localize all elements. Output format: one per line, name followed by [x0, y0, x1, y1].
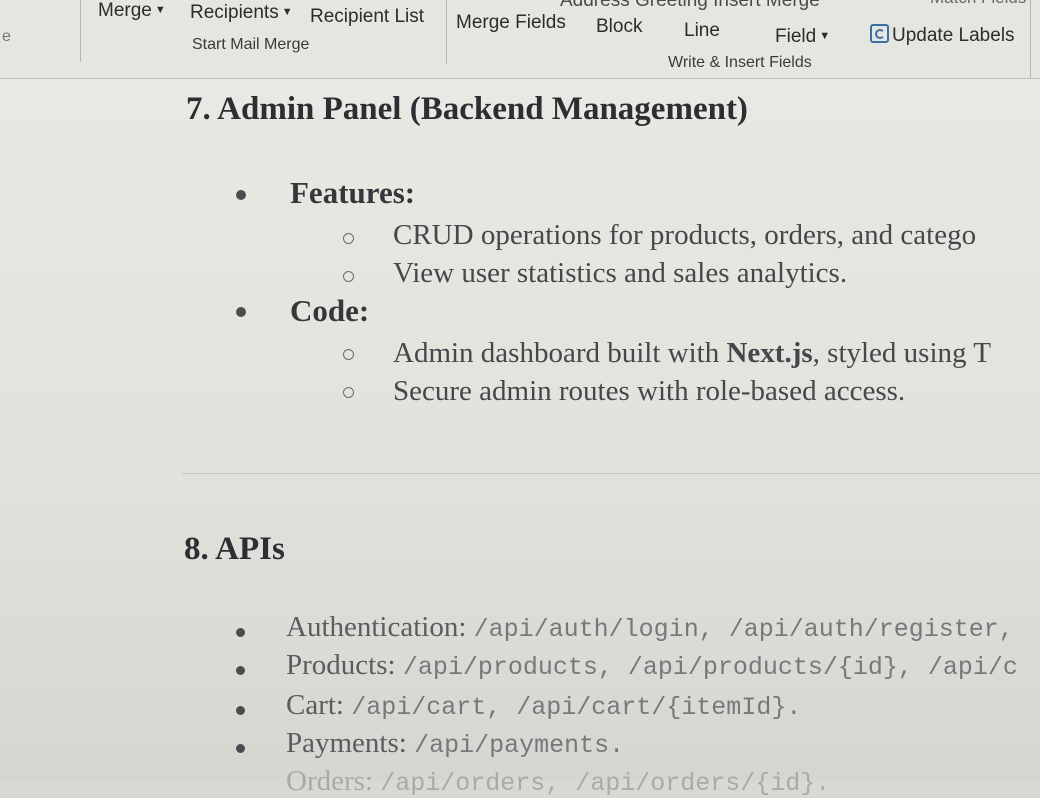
partial-group-label: e	[2, 28, 11, 45]
bullet-icon	[236, 744, 245, 753]
section-7-heading: 7. Admin Panel (Backend Management)	[186, 91, 748, 127]
circle-bullet-icon	[343, 387, 354, 398]
start-mail-merge-label: Merge	[98, 0, 152, 21]
bullet-icon	[236, 307, 246, 317]
select-recipients-button[interactable]: Recipients ▼	[190, 2, 293, 24]
code-item-bold: Next.js	[726, 337, 813, 369]
ribbon-separator	[80, 0, 81, 62]
refresh-icon	[870, 24, 889, 43]
insert-merge-field-label: Field	[775, 26, 817, 47]
api-item: Authentication: /api/auth/login, /api/au…	[286, 611, 1014, 644]
select-recipients-label: Recipients	[190, 2, 279, 23]
code-item-text: Admin dashboard built with	[393, 337, 727, 369]
mailings-ribbon: e Merge ▼ Recipients ▼ Recipient List Star…	[0, 0, 1040, 79]
write-insert-fields-group-label: Write & Insert Fields	[668, 54, 812, 71]
address-block-button[interactable]: Block	[596, 16, 642, 38]
feature-item: CRUD operations for products, orders, an…	[393, 219, 977, 251]
insert-merge-field-button[interactable]: Field ▼	[775, 26, 830, 48]
code-item-text: , styled using T	[812, 337, 991, 369]
address-greeting-insert-labels: Address Greeting Insert Merge	[560, 0, 820, 11]
bullet-icon	[236, 190, 246, 200]
update-labels-button[interactable]: Update Labels	[870, 24, 1015, 47]
api-endpoints: /api/payments.	[414, 731, 625, 760]
api-item-partial: Orders: /api/orders, /api/orders/{id}.	[286, 765, 830, 798]
edit-recipient-list-button[interactable]: Recipient List	[310, 6, 424, 28]
start-mail-merge-button[interactable]: Merge ▼	[98, 0, 166, 22]
features-label: Features:	[290, 175, 416, 210]
section-8-heading: 8. APIs	[184, 531, 285, 567]
api-item: Cart: /api/cart, /api/cart/{itemId}.	[286, 689, 801, 722]
chevron-down-icon: ▼	[154, 4, 166, 16]
chevron-down-icon: ▼	[281, 6, 293, 18]
horizontal-rule	[182, 473, 1040, 474]
greeting-line-button[interactable]: Line	[684, 20, 720, 42]
bullet-icon	[236, 666, 245, 675]
update-labels-label: Update Labels	[892, 25, 1015, 46]
api-endpoints: /api/orders, /api/orders/{id}.	[380, 769, 831, 798]
api-endpoints: /api/cart, /api/cart/{itemId}.	[351, 693, 802, 722]
feature-item: View user statistics and sales analytics…	[393, 257, 848, 289]
api-label: Cart:	[286, 689, 344, 721]
api-item: Products: /api/products, /api/products/{…	[286, 649, 1018, 682]
api-label: Authentication:	[286, 611, 467, 643]
circle-bullet-icon	[343, 233, 354, 244]
circle-bullet-icon	[343, 271, 354, 282]
circle-bullet-icon	[343, 349, 354, 360]
chevron-down-icon: ▼	[819, 30, 831, 42]
api-label: Products:	[286, 649, 396, 681]
code-item: Admin dashboard built with Next.js, styl…	[393, 337, 991, 370]
bullet-icon	[236, 706, 245, 715]
ribbon-separator	[446, 0, 447, 64]
api-label: Orders:	[286, 765, 373, 797]
code-label: Code:	[290, 293, 370, 328]
api-endpoints: /api/products, /api/products/{id}, /api/…	[402, 653, 1018, 682]
api-item: Payments: /api/payments.	[286, 727, 624, 760]
document-page[interactable]: 7. Admin Panel (Backend Management) Feat…	[0, 79, 1040, 798]
ribbon-separator	[1030, 0, 1031, 78]
bullet-icon	[236, 628, 245, 637]
match-fields-button[interactable]: Match Fields	[930, 0, 1026, 8]
api-endpoints: /api/auth/login, /api/auth/register,	[473, 615, 1014, 644]
api-label: Payments:	[286, 727, 407, 759]
highlight-merge-fields-button[interactable]: Merge Fields	[456, 12, 566, 34]
code-item: Secure admin routes with role-based acce…	[393, 375, 906, 407]
start-mail-merge-group-label: Start Mail Merge	[192, 36, 310, 53]
